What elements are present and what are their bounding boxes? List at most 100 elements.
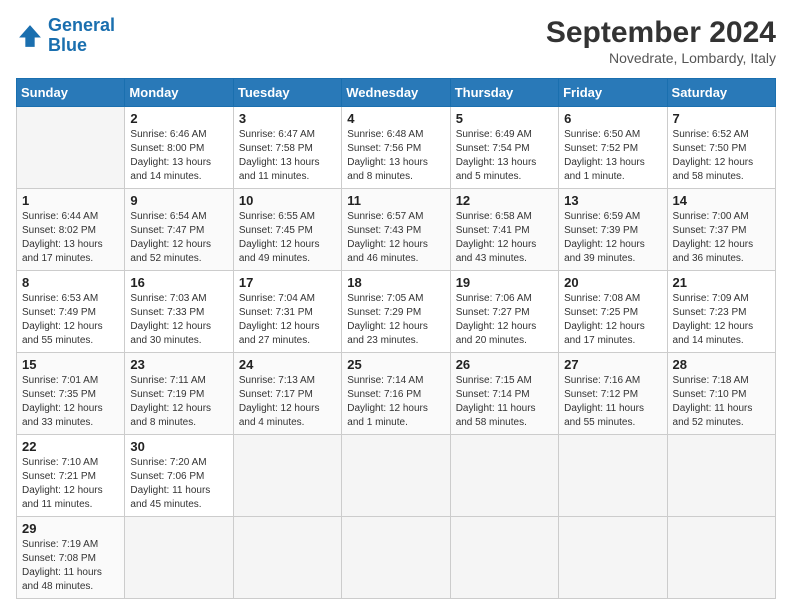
day-info: Sunrise: 7:04 AMSunset: 7:31 PMDaylight:… <box>239 292 336 348</box>
day-number: 17 <box>239 275 336 290</box>
day-cell-23: 23 Sunrise: 7:11 AMSunset: 7:19 PMDayligh… <box>125 353 233 435</box>
day-info: Sunrise: 6:47 AMSunset: 7:58 PMDaylight:… <box>239 128 336 184</box>
day-number: 8 <box>22 275 119 290</box>
logo-icon <box>16 22 44 50</box>
day-number: 30 <box>130 439 227 454</box>
day-info: Sunrise: 6:59 AMSunset: 7:39 PMDaylight:… <box>564 210 661 266</box>
empty-cell <box>233 517 341 599</box>
calendar-week-6: 29 Sunrise: 7:19 AMSunset: 7:08 PMDayligh… <box>17 517 776 599</box>
weekday-header-saturday: Saturday <box>667 79 775 107</box>
day-cell-27: 27 Sunrise: 7:16 AMSunset: 7:12 PMDayligh… <box>559 353 667 435</box>
day-info: Sunrise: 6:57 AMSunset: 7:43 PMDaylight:… <box>347 210 444 266</box>
header: General Blue September 2024 Novedrate, L… <box>16 16 776 66</box>
day-info: Sunrise: 7:11 AMSunset: 7:19 PMDaylight:… <box>130 374 227 430</box>
day-cell-18: 18Sunrise: 7:05 AMSunset: 7:29 PMDayligh… <box>342 271 450 353</box>
empty-cell <box>342 435 450 517</box>
day-info: Sunrise: 7:09 AMSunset: 7:23 PMDaylight:… <box>673 292 770 348</box>
day-info: Sunrise: 7:10 AMSunset: 7:21 PMDaylight:… <box>22 456 119 512</box>
day-number: 16 <box>130 275 227 290</box>
day-number: 27 <box>564 357 661 372</box>
day-number: 18 <box>347 275 444 290</box>
weekday-header-wednesday: Wednesday <box>342 79 450 107</box>
day-number: 10 <box>239 193 336 208</box>
empty-cell <box>233 435 341 517</box>
day-number: 13 <box>564 193 661 208</box>
empty-cell <box>667 517 775 599</box>
weekday-header-friday: Friday <box>559 79 667 107</box>
day-info: Sunrise: 7:20 AMSunset: 7:06 PMDaylight:… <box>130 456 227 512</box>
day-info: Sunrise: 7:19 AMSunset: 7:08 PMDaylight:… <box>22 538 119 594</box>
day-cell-24: 24 Sunrise: 7:13 AMSunset: 7:17 PMDayligh… <box>233 353 341 435</box>
day-number: 9 <box>130 193 227 208</box>
empty-cell <box>450 517 558 599</box>
day-info: Sunrise: 7:18 AMSunset: 7:10 PMDaylight:… <box>673 374 770 430</box>
logo: General Blue <box>16 16 115 56</box>
day-cell-12: 12 Sunrise: 6:58 AMSunset: 7:41 PMDayligh… <box>450 189 558 271</box>
day-number: 24 <box>239 357 336 372</box>
day-number: 26 <box>456 357 553 372</box>
empty-cell <box>667 435 775 517</box>
day-info: Sunrise: 6:46 AMSunset: 8:00 PMDaylight:… <box>130 128 227 184</box>
day-info: Sunrise: 7:06 AMSunset: 7:27 PMDaylight:… <box>456 292 553 348</box>
logo-line1: General <box>48 15 115 35</box>
weekday-header-monday: Monday <box>125 79 233 107</box>
day-cell-29: 29 Sunrise: 7:19 AMSunset: 7:08 PMDayligh… <box>17 517 125 599</box>
calendar-week-2: 1Sunrise: 6:44 AMSunset: 8:02 PMDaylight… <box>17 189 776 271</box>
day-cell-13: 13 Sunrise: 6:59 AMSunset: 7:39 PMDayligh… <box>559 189 667 271</box>
day-cell-22: 22 Sunrise: 7:10 AMSunset: 7:21 PMDayligh… <box>17 435 125 517</box>
day-cell-25: 25Sunrise: 7:14 AMSunset: 7:16 PMDayligh… <box>342 353 450 435</box>
calendar-week-1: 2 Sunrise: 6:46 AMSunset: 8:00 PMDaylight… <box>17 107 776 189</box>
day-number: 6 <box>564 111 661 126</box>
day-info: Sunrise: 6:52 AMSunset: 7:50 PMDaylight:… <box>673 128 770 184</box>
day-number: 29 <box>22 521 119 536</box>
day-number: 3 <box>239 111 336 126</box>
day-cell-9: 9Sunrise: 6:54 AMSunset: 7:47 PMDaylight… <box>125 189 233 271</box>
day-info: Sunrise: 6:58 AMSunset: 7:41 PMDaylight:… <box>456 210 553 266</box>
day-cell-10: 10Sunrise: 6:55 AMSunset: 7:45 PMDayligh… <box>233 189 341 271</box>
day-number: 1 <box>22 193 119 208</box>
empty-cell <box>342 517 450 599</box>
day-cell-3: 3 Sunrise: 6:47 AMSunset: 7:58 PMDaylight… <box>233 107 341 189</box>
day-info: Sunrise: 7:16 AMSunset: 7:12 PMDaylight:… <box>564 374 661 430</box>
day-cell-19: 19Sunrise: 7:06 AMSunset: 7:27 PMDayligh… <box>450 271 558 353</box>
day-cell-15: 15Sunrise: 7:01 AMSunset: 7:35 PMDayligh… <box>17 353 125 435</box>
day-info: Sunrise: 7:13 AMSunset: 7:17 PMDaylight:… <box>239 374 336 430</box>
location: Novedrate, Lombardy, Italy <box>546 50 776 66</box>
day-info: Sunrise: 7:03 AMSunset: 7:33 PMDaylight:… <box>130 292 227 348</box>
day-number: 22 <box>22 439 119 454</box>
weekday-header-tuesday: Tuesday <box>233 79 341 107</box>
day-number: 28 <box>673 357 770 372</box>
day-number: 5 <box>456 111 553 126</box>
day-info: Sunrise: 7:08 AMSunset: 7:25 PMDaylight:… <box>564 292 661 348</box>
day-info: Sunrise: 6:53 AMSunset: 7:49 PMDaylight:… <box>22 292 119 348</box>
month-year: September 2024 <box>546 16 776 50</box>
day-info: Sunrise: 7:14 AMSunset: 7:16 PMDaylight:… <box>347 374 444 430</box>
day-cell-5: 5 Sunrise: 6:49 AMSunset: 7:54 PMDaylight… <box>450 107 558 189</box>
day-cell-2: 2 Sunrise: 6:46 AMSunset: 8:00 PMDaylight… <box>125 107 233 189</box>
empty-cell <box>125 517 233 599</box>
day-cell-14: 14Sunrise: 7:00 AMSunset: 7:37 PMDayligh… <box>667 189 775 271</box>
empty-cell <box>17 107 125 189</box>
calendar-week-5: 22 Sunrise: 7:10 AMSunset: 7:21 PMDayligh… <box>17 435 776 517</box>
calendar-week-3: 8 Sunrise: 6:53 AMSunset: 7:49 PMDaylight… <box>17 271 776 353</box>
calendar-week-4: 15Sunrise: 7:01 AMSunset: 7:35 PMDayligh… <box>17 353 776 435</box>
day-number: 2 <box>130 111 227 126</box>
calendar-table: SundayMondayTuesdayWednesdayThursdayFrid… <box>16 78 776 599</box>
weekday-header-sunday: Sunday <box>17 79 125 107</box>
empty-cell <box>450 435 558 517</box>
day-number: 14 <box>673 193 770 208</box>
day-cell-7: 7 Sunrise: 6:52 AMSunset: 7:50 PMDaylight… <box>667 107 775 189</box>
day-cell-20: 20 Sunrise: 7:08 AMSunset: 7:25 PMDayligh… <box>559 271 667 353</box>
day-number: 23 <box>130 357 227 372</box>
day-info: Sunrise: 7:15 AMSunset: 7:14 PMDaylight:… <box>456 374 553 430</box>
day-number: 12 <box>456 193 553 208</box>
day-number: 20 <box>564 275 661 290</box>
day-number: 7 <box>673 111 770 126</box>
day-cell-17: 17 Sunrise: 7:04 AMSunset: 7:31 PMDayligh… <box>233 271 341 353</box>
day-cell-8: 8 Sunrise: 6:53 AMSunset: 7:49 PMDaylight… <box>17 271 125 353</box>
day-number: 11 <box>347 193 444 208</box>
day-info: Sunrise: 6:49 AMSunset: 7:54 PMDaylight:… <box>456 128 553 184</box>
day-number: 4 <box>347 111 444 126</box>
day-cell-26: 26 Sunrise: 7:15 AMSunset: 7:14 PMDayligh… <box>450 353 558 435</box>
day-cell-16: 16 Sunrise: 7:03 AMSunset: 7:33 PMDayligh… <box>125 271 233 353</box>
